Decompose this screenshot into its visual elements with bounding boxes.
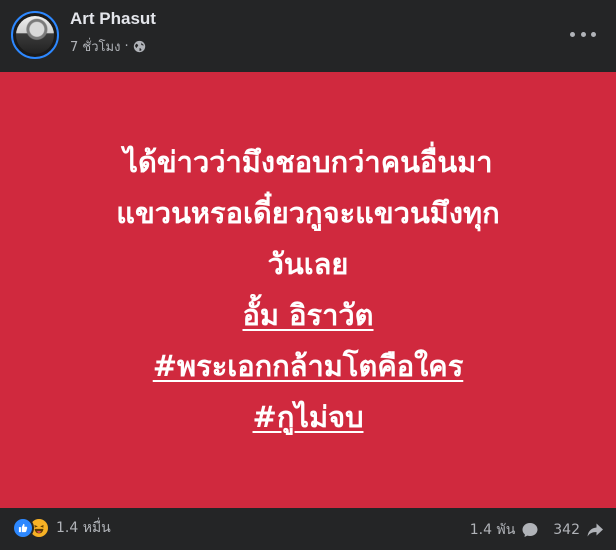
comment-count[interactable]: 1.4 พัน — [470, 519, 516, 541]
comment-icon[interactable] — [521, 521, 539, 539]
more-horizontal-icon[interactable] — [570, 24, 596, 44]
avatar-image — [16, 16, 54, 54]
meta-separator: · — [124, 39, 129, 54]
reaction-count: 1.4 หมื่น — [56, 520, 111, 536]
avatar[interactable] — [11, 11, 59, 59]
share-icon[interactable] — [586, 521, 604, 539]
reaction-summary[interactable]: 1.4 หมื่น — [12, 517, 111, 539]
post-text-line: แขวนหรอเดี๋ยวกูจะแขวนมึงทุก — [116, 196, 500, 230]
post-time[interactable]: 7 ชั่วโมง — [70, 36, 120, 57]
share-count[interactable]: 342 — [553, 522, 580, 538]
hashtag-link[interactable]: #พระเอกกล้ามโตคือใคร — [153, 341, 464, 392]
post-content: ได้ข่าวว่ามึงชอบกว่าคนอื่นมา แขวนหรอเดี๋… — [0, 72, 616, 508]
globe-icon[interactable] — [133, 40, 146, 53]
post-text-line: ได้ข่าวว่ามึงชอบกว่าคนอื่นมา — [123, 145, 493, 179]
like-icon — [12, 517, 34, 539]
engagement-stats: 1.4 พัน 342 — [470, 519, 604, 541]
hashtag-link[interactable]: #กูไม่จบ — [253, 392, 364, 443]
post-text-line: วันเลย — [267, 247, 349, 281]
author-name[interactable]: Art Phasut — [70, 9, 156, 29]
post-footer: 1.4 หมื่น 1.4 พัน 342 — [0, 508, 616, 550]
post-meta: 7 ชั่วโมง · — [70, 36, 146, 57]
mention-link[interactable]: อั้ม อิราวัต — [242, 290, 373, 341]
post-header: Art Phasut 7 ชั่วโมง · — [0, 0, 616, 72]
